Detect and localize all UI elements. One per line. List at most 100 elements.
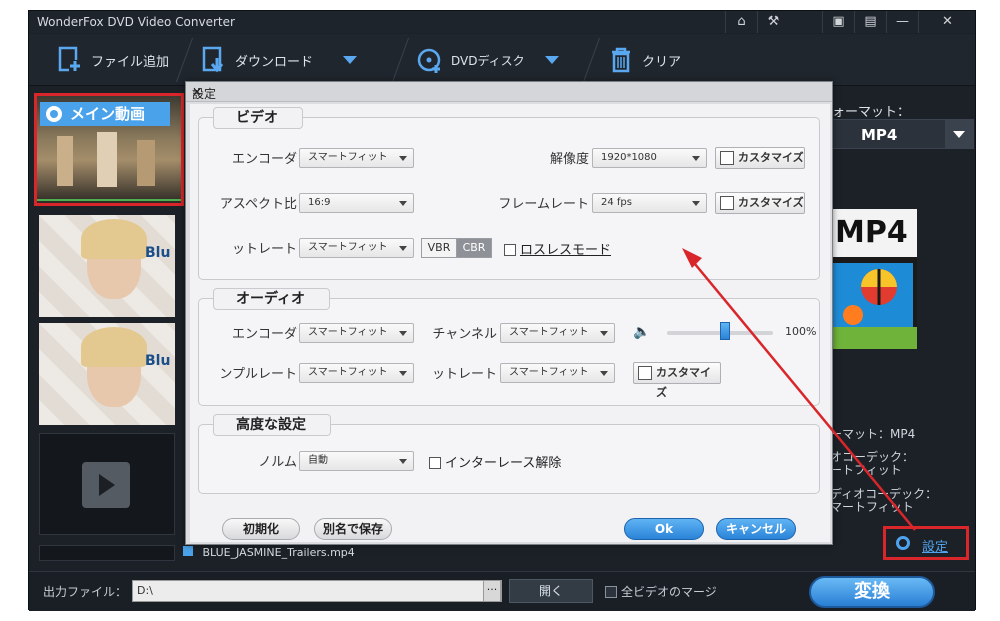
toolbar-divider [582, 38, 601, 82]
close-icon[interactable]: ✕ [192, 85, 820, 99]
customize-resolution-button[interactable]: カスタマイズ [715, 147, 805, 169]
customize-label: カスタマイズ [656, 366, 711, 399]
add-file-icon [58, 46, 81, 72]
open-folder-button[interactable]: 開く [509, 579, 593, 603]
norm-select[interactable]: 自動 [299, 451, 414, 471]
video-group: ビデオ エンコーダ スマートフィット 解像度 1920*1080 カスタマイズ … [198, 107, 820, 280]
download-icon [202, 46, 224, 73]
main-video-label: メイン動画 [70, 105, 146, 123]
register-icon[interactable]: ▤ [854, 11, 886, 33]
download-dropdown-icon[interactable] [343, 56, 358, 64]
download-button[interactable]: ダウンロード [201, 44, 358, 76]
toolbar-divider [175, 38, 194, 82]
trash-icon [612, 47, 630, 73]
settings-link[interactable]: 設定 [883, 526, 969, 560]
video-codec-info: オコーデック： ートフィット [830, 450, 915, 477]
hair-image [81, 219, 147, 259]
frame-rate-select[interactable]: 24 fps [592, 193, 707, 213]
window-title: WonderFox DVD Video Converter [37, 15, 235, 29]
home-icon[interactable]: ⌂ [725, 11, 757, 33]
play-icon[interactable] [82, 462, 130, 508]
norm-label: ノルム [258, 455, 297, 470]
edit-icon [720, 196, 734, 210]
mp4-format-icon: MP4 [829, 209, 917, 349]
browse-button[interactable]: ··· [483, 580, 501, 602]
volume-icon[interactable]: 🔈 [633, 324, 650, 340]
cancel-button[interactable]: キャンセル [716, 518, 796, 540]
reset-button[interactable]: 初期化 [222, 518, 300, 540]
checkbox-icon [504, 244, 516, 256]
add-file-button[interactable]: ファイル追加 [57, 44, 169, 76]
convert-button[interactable]: 変換 [809, 576, 935, 608]
save-as-button[interactable]: 別名で保存 [314, 518, 392, 540]
advanced-group: 高度な設定 ノルム 自動 インターレース解除 [198, 414, 820, 494]
settings-dialog: 設定 ✕ ビデオ エンコーダ スマートフィット 解像度 1920*1080 カス… [185, 81, 833, 545]
video-thumbnail[interactable] [39, 433, 175, 535]
frame-rate-label: フレームレート [498, 197, 589, 212]
volume-value: 100% [785, 325, 817, 338]
tools-icon[interactable]: ⚒ [757, 11, 789, 33]
gear-icon [896, 536, 910, 550]
scene-figure [97, 132, 117, 187]
progress-line [37, 199, 181, 201]
dvd-disc-button[interactable]: DVDディスク [417, 44, 559, 76]
chevron-down-icon[interactable] [945, 120, 973, 148]
audio-bitrate-select[interactable]: スマートフィット [500, 363, 615, 383]
aspect-ratio-select[interactable]: 16:9 [299, 193, 414, 213]
add-file-label: ファイル追加 [91, 54, 170, 70]
logo-text: Blu [145, 245, 171, 261]
customize-framerate-button[interactable]: カスタマイズ [715, 192, 805, 214]
volume-slider-thumb[interactable] [720, 322, 731, 340]
video-thumbnail[interactable]: Blu [39, 215, 175, 317]
video-encoder-value: スマートフィット [308, 152, 388, 163]
close-button[interactable]: ✕ [918, 11, 976, 33]
audio-encoder-value: スマートフィット [308, 327, 388, 338]
dvd-disc-label: DVDディスク [451, 53, 525, 68]
chat-icon[interactable]: ▣ [822, 11, 854, 33]
video-encoder-select[interactable]: スマートフィット [299, 148, 414, 168]
audio-encoder-select[interactable]: スマートフィット [299, 323, 414, 343]
deinterlace-checkbox[interactable]: インターレース解除 [429, 452, 561, 471]
video-thumbnail[interactable]: Blu [39, 323, 175, 425]
channel-select[interactable]: スマートフィット [500, 323, 615, 343]
lossless-mode-label: ロスレスモード [520, 243, 612, 258]
format-select[interactable]: MP4 [830, 119, 974, 149]
audio-bitrate-value: スマートフィット [509, 367, 589, 378]
dialog-title-bar: 設定 ✕ [186, 82, 832, 102]
sample-rate-select[interactable]: スマートフィット [299, 363, 414, 383]
toolbar: ファイル追加 ダウンロード DVDディスク クリア [29, 34, 975, 86]
format-value: MP4 [861, 126, 898, 144]
scene-figure [137, 140, 155, 186]
ok-button[interactable]: Ok [624, 518, 704, 540]
toolbar-divider [391, 38, 410, 82]
customize-label: カスタマイズ [738, 151, 804, 164]
main-video-badge: メイン動画 [40, 102, 170, 126]
file-row[interactable]: BLUE_JASMINE_Trailers.mp4 [179, 543, 679, 559]
clear-button[interactable]: クリア [608, 44, 681, 76]
minimize-button[interactable]: — [886, 11, 918, 33]
video-thumbnail[interactable] [39, 545, 175, 561]
merge-all-checkbox[interactable]: 全ビデオのマージ [605, 583, 717, 600]
video-bitrate-select[interactable]: スマートフィット [299, 238, 414, 258]
resolution-label: 解像度 [549, 152, 589, 167]
video-bitrate-value: スマートフィット [308, 242, 388, 253]
checkbox-icon[interactable] [183, 546, 193, 556]
mp4-logo-text: MP4 [835, 215, 908, 250]
channel-label: チャンネル [432, 327, 497, 342]
frame-rate-value: 24 fps [601, 197, 632, 208]
checkbox-icon [429, 457, 441, 469]
main-video-thumbnail[interactable]: メイン動画 [34, 93, 184, 206]
output-format-label: ォーマット： [832, 105, 911, 120]
video-group-title: ビデオ [213, 107, 303, 129]
resolution-select[interactable]: 1920*1080 [592, 148, 707, 168]
dvd-dropdown-icon[interactable] [544, 56, 559, 64]
vbr-toggle[interactable]: VBR [421, 238, 457, 258]
customize-audio-button[interactable]: カスタマイズ [633, 362, 721, 399]
file-name: BLUE_JASMINE_Trailers.mp4 [202, 546, 355, 559]
clear-label: クリア [642, 54, 682, 70]
lossless-mode-checkbox[interactable]: ロスレスモード [504, 239, 611, 258]
cbr-toggle[interactable]: CBR [456, 238, 492, 258]
output-path-input[interactable]: D:\ [132, 580, 502, 602]
customize-label: カスタマイズ [738, 196, 804, 209]
film-balloon-icon [829, 257, 917, 349]
